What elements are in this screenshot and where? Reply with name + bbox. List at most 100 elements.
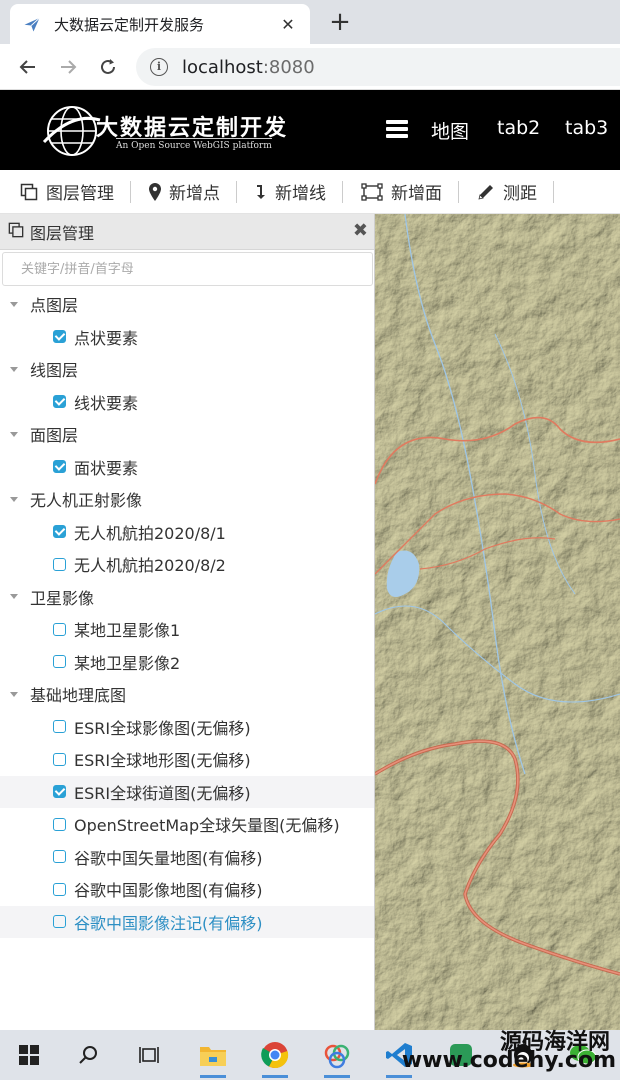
layer-item[interactable]: 某地卫星影像1: [0, 613, 374, 646]
browser-toolbar: i localhost:8080: [0, 44, 620, 90]
layers-button-label: 图层管理: [46, 184, 114, 204]
layer-group[interactable]: 点图层: [0, 288, 374, 321]
nav-tab2[interactable]: tab2: [497, 117, 540, 139]
layer-item-label: 某地卫星影像2: [74, 653, 181, 673]
caret-down-icon[interactable]: [10, 431, 18, 437]
layer-item[interactable]: 无人机航拍2020/8/2: [0, 548, 374, 581]
caret-down-icon[interactable]: [10, 594, 18, 600]
measure-button[interactable]: 测距: [459, 170, 553, 213]
layer-item[interactable]: OpenStreetMap全球矢量图(无偏移): [0, 808, 374, 841]
address-bar[interactable]: i localhost:8080: [136, 48, 620, 86]
layer-item[interactable]: 面状要素: [0, 451, 374, 484]
site-info-icon[interactable]: i: [150, 58, 168, 76]
layer-item[interactable]: 谷歌中国影像注记(有偏移): [0, 905, 374, 938]
layer-item-label: 点状要素: [74, 328, 139, 348]
caret-down-icon[interactable]: [10, 496, 18, 502]
caret-down-icon[interactable]: [10, 366, 18, 372]
file-explorer-icon[interactable]: [196, 1038, 230, 1078]
layer-group[interactable]: 面图层: [0, 418, 374, 451]
layer-item[interactable]: ESRI全球街道图(无偏移): [0, 775, 374, 808]
add-polygon-label: 新增面: [391, 184, 442, 204]
layer-item-label: 某地卫星影像1: [74, 621, 181, 641]
layer-item-label: ESRI全球影像图(无偏移): [74, 718, 251, 738]
globe-icon: [42, 106, 101, 156]
url-host: localhost: [182, 56, 263, 78]
layer-item[interactable]: 无人机航拍2020/8/1: [0, 516, 374, 549]
layer-group[interactable]: 卫星影像: [0, 581, 374, 614]
map-canvas[interactable]: [375, 214, 620, 1030]
layer-panel: 图层管理 ✖ 点图层点状要素线图层线状要素面图层面状要素无人机正射影像无人机航拍…: [0, 214, 375, 1030]
windows-start-icon[interactable]: [12, 1038, 46, 1072]
checkbox-unchecked-icon[interactable]: [53, 752, 66, 766]
chrome-icon[interactable]: [258, 1038, 292, 1078]
layer-item-label: 谷歌中国矢量地图(有偏移): [74, 848, 263, 868]
map-toolbar: 图层管理 新增点 新增线 新增面 测距: [0, 170, 620, 214]
new-tab-button[interactable]: +: [326, 6, 354, 38]
app-icon[interactable]: [320, 1038, 354, 1078]
checkbox-checked-icon[interactable]: [53, 330, 66, 344]
checkbox-unchecked-icon[interactable]: [53, 817, 66, 831]
layers-button[interactable]: 图层管理: [0, 170, 130, 213]
checkbox-unchecked-icon[interactable]: [53, 882, 66, 896]
layer-group[interactable]: 线图层: [0, 353, 374, 386]
watermark: 源码海洋网 www.codehy.com: [402, 1024, 620, 1080]
add-point-label: 新增点: [169, 184, 220, 204]
layer-item[interactable]: 谷歌中国影像地图(有偏移): [0, 873, 374, 906]
layer-group-label: 线图层: [30, 361, 79, 381]
panel-close-icon[interactable]: ✖: [353, 220, 368, 241]
browser-tabstrip: 大数据云定制开发服务 ✕ +: [0, 0, 620, 44]
layer-group-label: 无人机正射影像: [30, 491, 143, 511]
nav-map[interactable]: 地图: [431, 117, 469, 144]
add-line-button[interactable]: 新增线: [237, 170, 342, 213]
task-view-icon[interactable]: [132, 1038, 166, 1072]
polygon-icon: [361, 182, 383, 201]
reload-icon[interactable]: [94, 53, 122, 81]
caret-down-icon[interactable]: [10, 301, 18, 307]
add-polygon-button[interactable]: 新增面: [343, 170, 458, 213]
url-port: :8080: [262, 56, 315, 78]
layer-item[interactable]: 某地卫星影像2: [0, 646, 374, 679]
layer-group[interactable]: 无人机正射影像: [0, 483, 374, 516]
layer-item-label: 线状要素: [74, 393, 139, 413]
layer-item[interactable]: ESRI全球地形图(无偏移): [0, 743, 374, 776]
layer-item[interactable]: 点状要素: [0, 321, 374, 354]
nav-tab3[interactable]: tab3: [565, 117, 608, 139]
add-line-label: 新增线: [275, 184, 326, 204]
layer-item[interactable]: 线状要素: [0, 386, 374, 419]
checkbox-unchecked-icon[interactable]: [53, 655, 66, 669]
checkbox-checked-icon[interactable]: [53, 395, 66, 409]
tab-close-icon[interactable]: ✕: [278, 15, 298, 34]
pencil-icon: [477, 183, 495, 201]
checkbox-unchecked-icon[interactable]: [53, 720, 66, 734]
map-marker-icon: [149, 182, 161, 201]
line-arrow-icon: [255, 184, 267, 200]
search-icon[interactable]: [72, 1038, 106, 1072]
layer-search-input[interactable]: [2, 252, 373, 286]
checkbox-unchecked-icon[interactable]: [53, 557, 66, 571]
menu-icon[interactable]: [386, 120, 408, 138]
add-point-button[interactable]: 新增点: [131, 170, 236, 213]
layer-item[interactable]: 谷歌中国矢量地图(有偏移): [0, 841, 374, 874]
checkbox-checked-icon[interactable]: [53, 460, 66, 474]
panel-header: 图层管理 ✖: [0, 214, 374, 250]
checkbox-unchecked-icon[interactable]: [53, 622, 66, 636]
forward-icon[interactable]: [54, 53, 82, 81]
layer-group[interactable]: 基础地理底图: [0, 678, 374, 711]
layer-item-label: 谷歌中国影像地图(有偏移): [74, 881, 263, 901]
layer-tree: 点图层点状要素线图层线状要素面图层 面状要素无人机正射影像无人机航拍2020/8/…: [0, 288, 374, 938]
layer-group-label: 卫星影像: [30, 588, 95, 608]
checkbox-unchecked-icon[interactable]: [53, 915, 66, 929]
caret-down-icon[interactable]: [10, 691, 18, 697]
checkbox-unchecked-icon[interactable]: [53, 850, 66, 864]
tab-title: 大数据云定制开发服务: [54, 15, 205, 34]
checkbox-checked-icon[interactable]: [53, 525, 66, 539]
layer-item[interactable]: ESRI全球影像图(无偏移): [0, 711, 374, 744]
checkbox-checked-icon[interactable]: [53, 785, 66, 799]
layers-icon: [20, 183, 38, 201]
logo-subtitle: An Open Source WebGIS platform: [116, 138, 272, 151]
layer-item-label: 无人机航拍2020/8/2: [74, 556, 226, 576]
map-view[interactable]: [375, 214, 620, 1030]
toolbar-divider: [553, 180, 554, 203]
browser-tab[interactable]: 大数据云定制开发服务 ✕: [10, 4, 310, 44]
back-icon[interactable]: [14, 53, 42, 81]
